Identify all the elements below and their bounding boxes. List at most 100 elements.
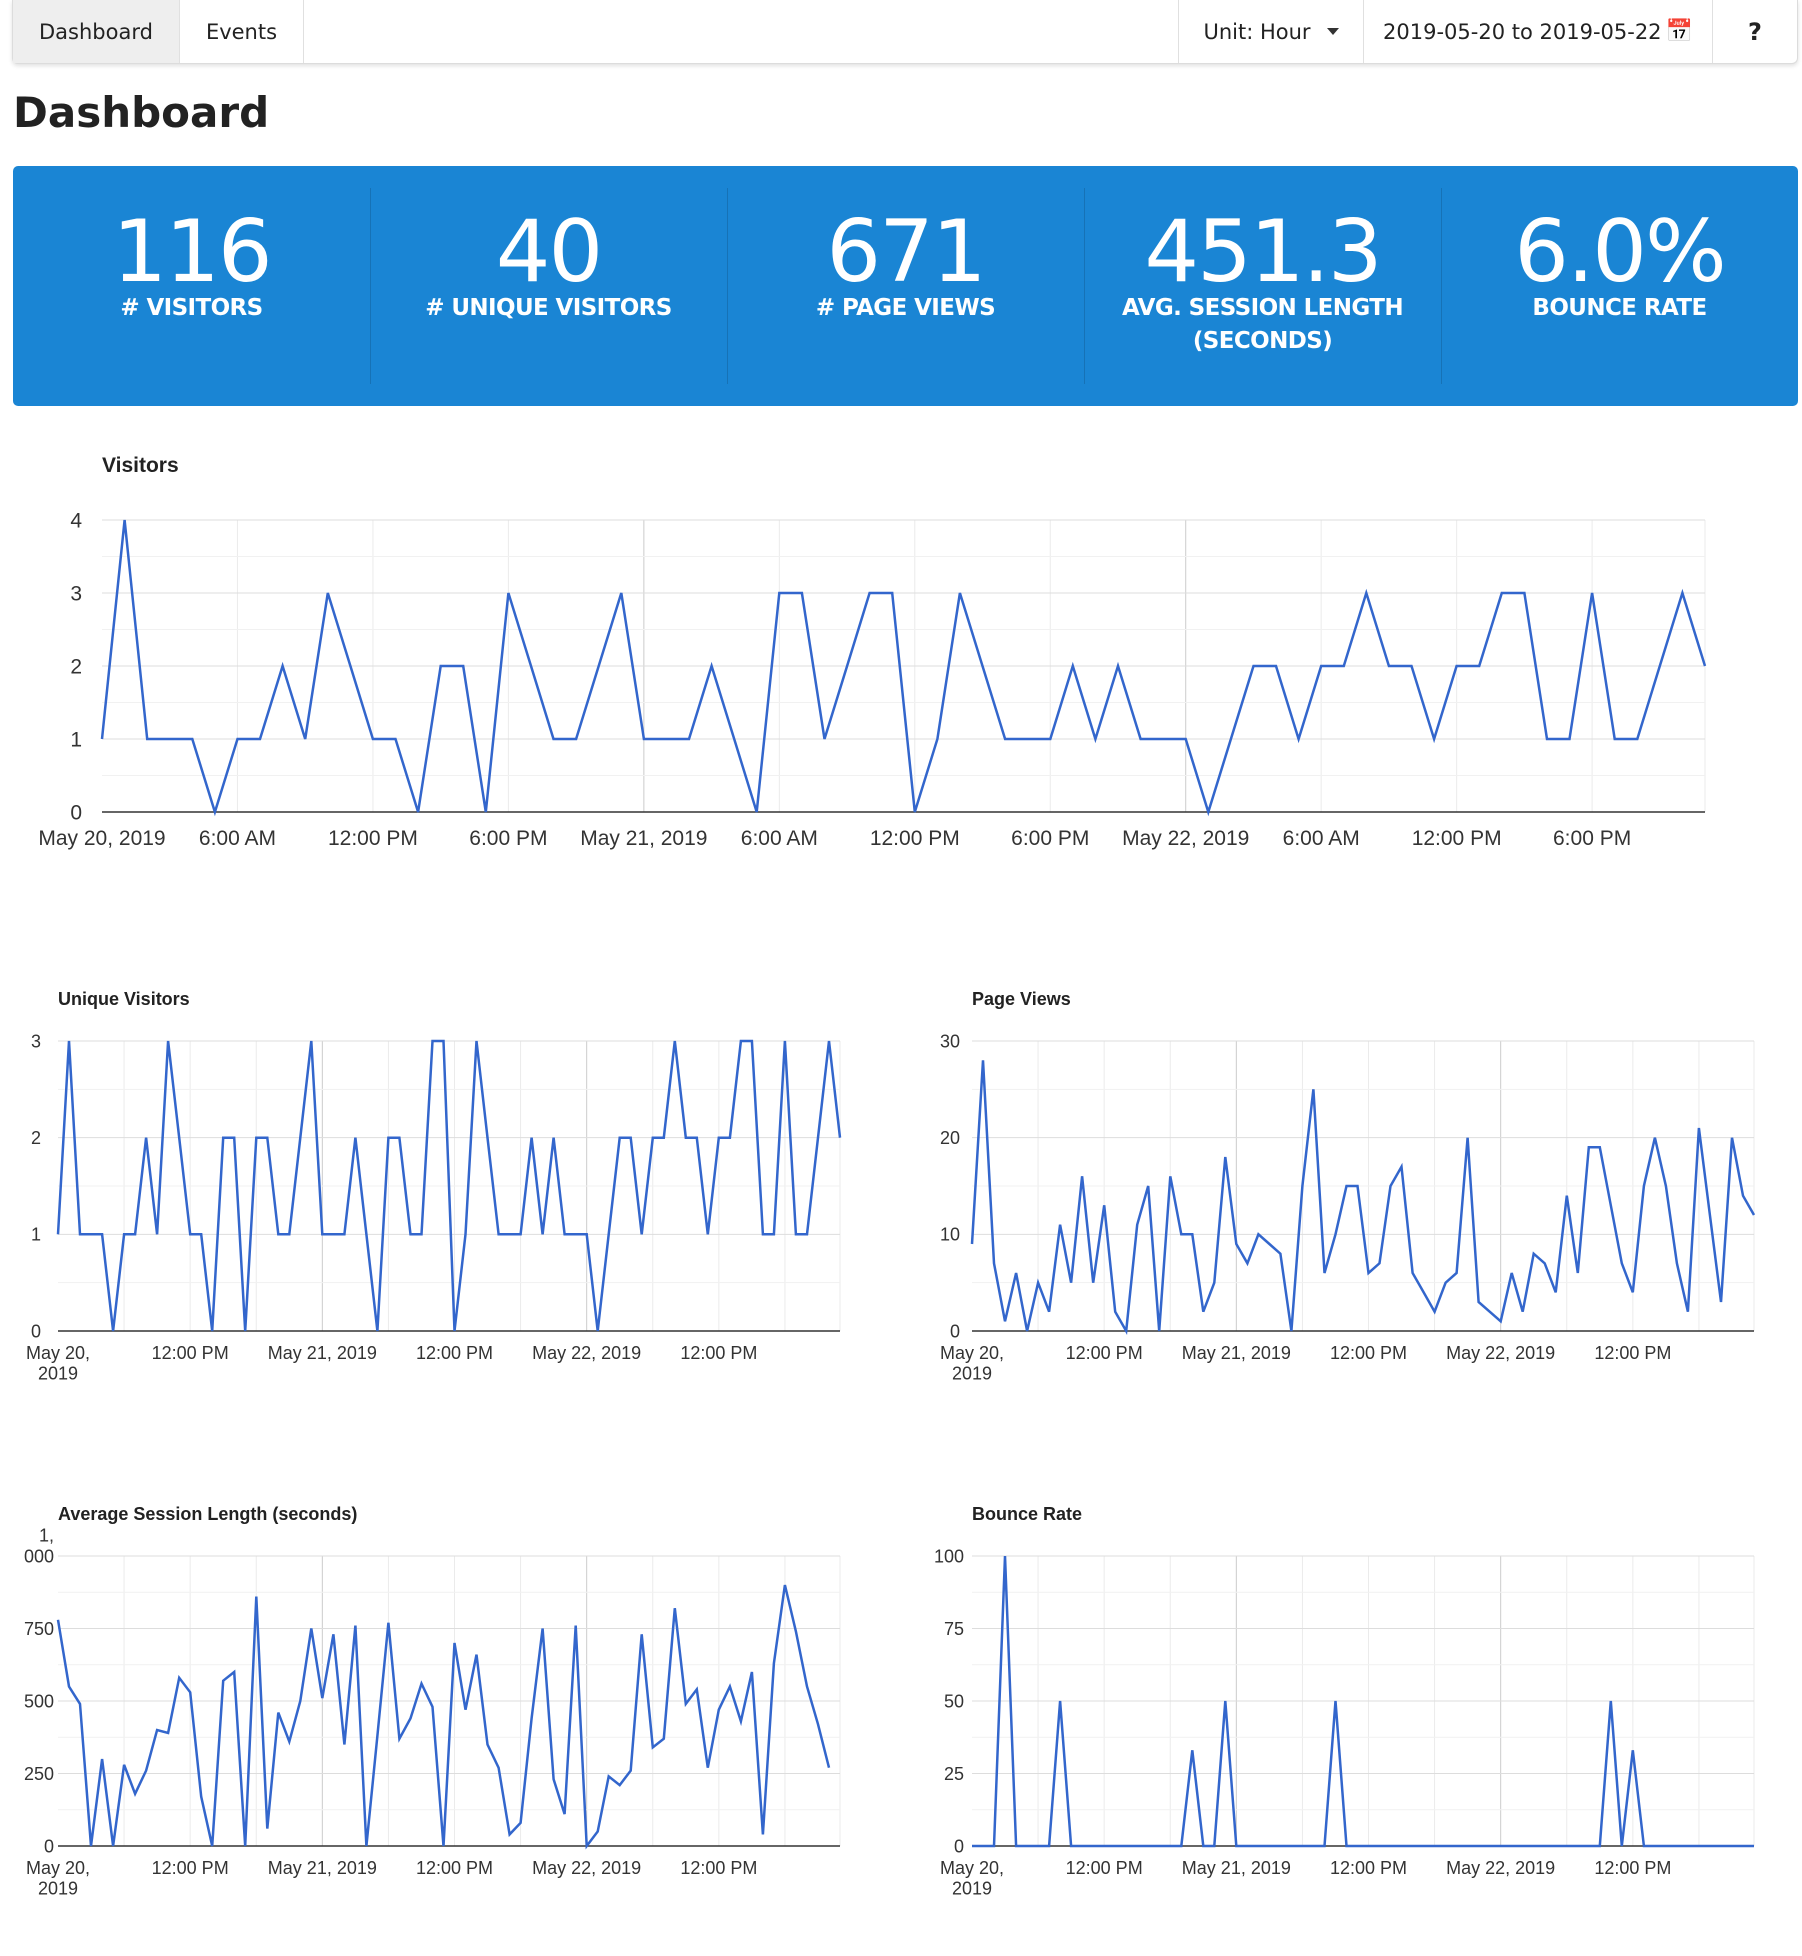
data-point <box>696 1688 698 1690</box>
x-tick-label: 6:00 AM <box>741 827 818 850</box>
data-point <box>674 1607 676 1609</box>
x-tick-line: May 21, 2019 <box>268 1858 377 1878</box>
data-point <box>1334 1700 1336 1702</box>
y-tick-line: 1, <box>39 1526 54 1546</box>
data-point <box>762 1233 764 1235</box>
data-point <box>541 1627 543 1629</box>
data-point <box>823 738 825 740</box>
data-point <box>266 1827 268 1829</box>
stat-label: # UNIQUE VISITORS <box>425 295 672 321</box>
data-point <box>1720 1845 1722 1847</box>
y-tick-label: 250 <box>24 1764 54 1784</box>
data-point <box>1114 1310 1116 1312</box>
stats-banner: 116 # VISITORS 40 # UNIQUE VISITORS 671 … <box>13 166 1798 406</box>
data-point <box>354 1136 356 1138</box>
data-point <box>663 1136 665 1138</box>
x-tick-label: 12:00 PM <box>1330 1858 1407 1878</box>
data-point <box>178 1677 180 1679</box>
data-point <box>982 1059 984 1061</box>
x-tick-line: 6:00 PM <box>1011 827 1089 850</box>
data-point <box>751 1671 753 1673</box>
data-point <box>332 1233 334 1235</box>
help-button[interactable]: ? <box>1712 0 1797 63</box>
data-point <box>1297 738 1299 740</box>
data-point <box>508 1233 510 1235</box>
tab-label: Events <box>205 19 278 44</box>
caret-down-icon <box>1326 28 1339 35</box>
x-tick-line: May 21, 2019 <box>268 1343 377 1363</box>
data-point <box>1323 1272 1325 1274</box>
data-point <box>211 1330 213 1332</box>
chart-svg: Unique Visitors 0 1 2 3 May 20, 2019 12:00 PM Ma… <box>26 989 842 1384</box>
data-point <box>1681 592 1683 594</box>
x-tick-label: 12:00 PM <box>152 1858 229 1878</box>
data-point <box>299 1136 301 1138</box>
data-point <box>530 665 532 667</box>
data-point <box>90 1233 92 1235</box>
data-point <box>762 1833 764 1835</box>
data-point <box>244 1845 246 1847</box>
x-tick-label: May 20, 2019 <box>38 827 165 850</box>
data-point <box>519 1233 521 1235</box>
tab-dashboard[interactable]: Dashboard <box>13 0 180 63</box>
stat-unique-visitors: 40 # UNIQUE VISITORS <box>370 166 727 406</box>
data-point <box>1488 1845 1490 1847</box>
data-point <box>1654 1845 1656 1847</box>
data-point <box>596 1330 598 1332</box>
unit-dropdown[interactable]: Unit: Hour <box>1178 0 1363 63</box>
data-point <box>733 738 735 740</box>
x-tick-label: 12:00 PM <box>1066 1858 1143 1878</box>
data-point <box>1059 1700 1061 1702</box>
data-point <box>1555 1845 1557 1847</box>
x-tick-line: 12:00 PM <box>680 1343 757 1363</box>
data-point <box>1290 1330 1292 1332</box>
x-tick-line: 12:00 PM <box>416 1858 493 1878</box>
data-point <box>101 738 103 740</box>
data-point <box>1610 1204 1612 1206</box>
date-range-picker[interactable]: 2019-05-20 to 2019-05-22 📅 <box>1363 0 1712 63</box>
data-point <box>101 1758 103 1760</box>
data-point <box>1555 1291 1557 1293</box>
data-point <box>304 738 306 740</box>
data-point <box>1522 1845 1524 1847</box>
data-point <box>795 1630 797 1632</box>
data-point <box>619 1136 621 1138</box>
data-point <box>145 1136 147 1138</box>
y-tick-label: 2 <box>70 655 82 678</box>
data-point <box>1235 1243 1237 1245</box>
x-tick-label: 12:00 PM <box>1412 827 1502 850</box>
y-tick-line: 10 <box>940 1225 960 1245</box>
data-point <box>1533 1252 1535 1254</box>
x-tick-label: 12:00 PM <box>1594 1343 1671 1363</box>
data-point <box>1202 1310 1204 1312</box>
data-point <box>189 1691 191 1693</box>
data-point <box>1343 665 1345 667</box>
series-line <box>56 1584 831 1850</box>
data-point <box>993 1262 995 1264</box>
data-point <box>1158 1845 1160 1847</box>
data-point <box>255 1595 257 1597</box>
data-point <box>1015 1845 1017 1847</box>
data-point <box>1499 1320 1501 1322</box>
y-tick-label: 500 <box>24 1691 54 1711</box>
data-point <box>959 592 961 594</box>
tab-events[interactable]: Events <box>180 0 305 63</box>
data-point <box>211 1845 213 1847</box>
x-tick-line: 12:00 PM <box>680 1858 757 1878</box>
data-point <box>1704 665 1706 667</box>
data-point <box>620 592 622 594</box>
data-point <box>343 1233 345 1235</box>
stat-value: 6.0% <box>1514 202 1727 302</box>
y-tick-label: 0 <box>31 1321 41 1341</box>
stat-label: AVG. SESSION LENGTH (SECONDS) <box>1121 295 1404 354</box>
data-point <box>575 738 577 740</box>
tab-label: Dashboard <box>39 19 153 44</box>
y-tick-label: 0 <box>44 1836 54 1856</box>
data-point <box>1588 1146 1590 1148</box>
data-point <box>332 1633 334 1635</box>
visitors-chart: Visitors 0 1 2 3 4 May 20, 2019 6:00 AM 12:00 PM… <box>0 440 1802 880</box>
x-tick-label: May 22, 2019 <box>532 1343 641 1363</box>
data-point <box>1092 1845 1094 1847</box>
data-point <box>1621 1845 1623 1847</box>
data-point <box>981 665 983 667</box>
